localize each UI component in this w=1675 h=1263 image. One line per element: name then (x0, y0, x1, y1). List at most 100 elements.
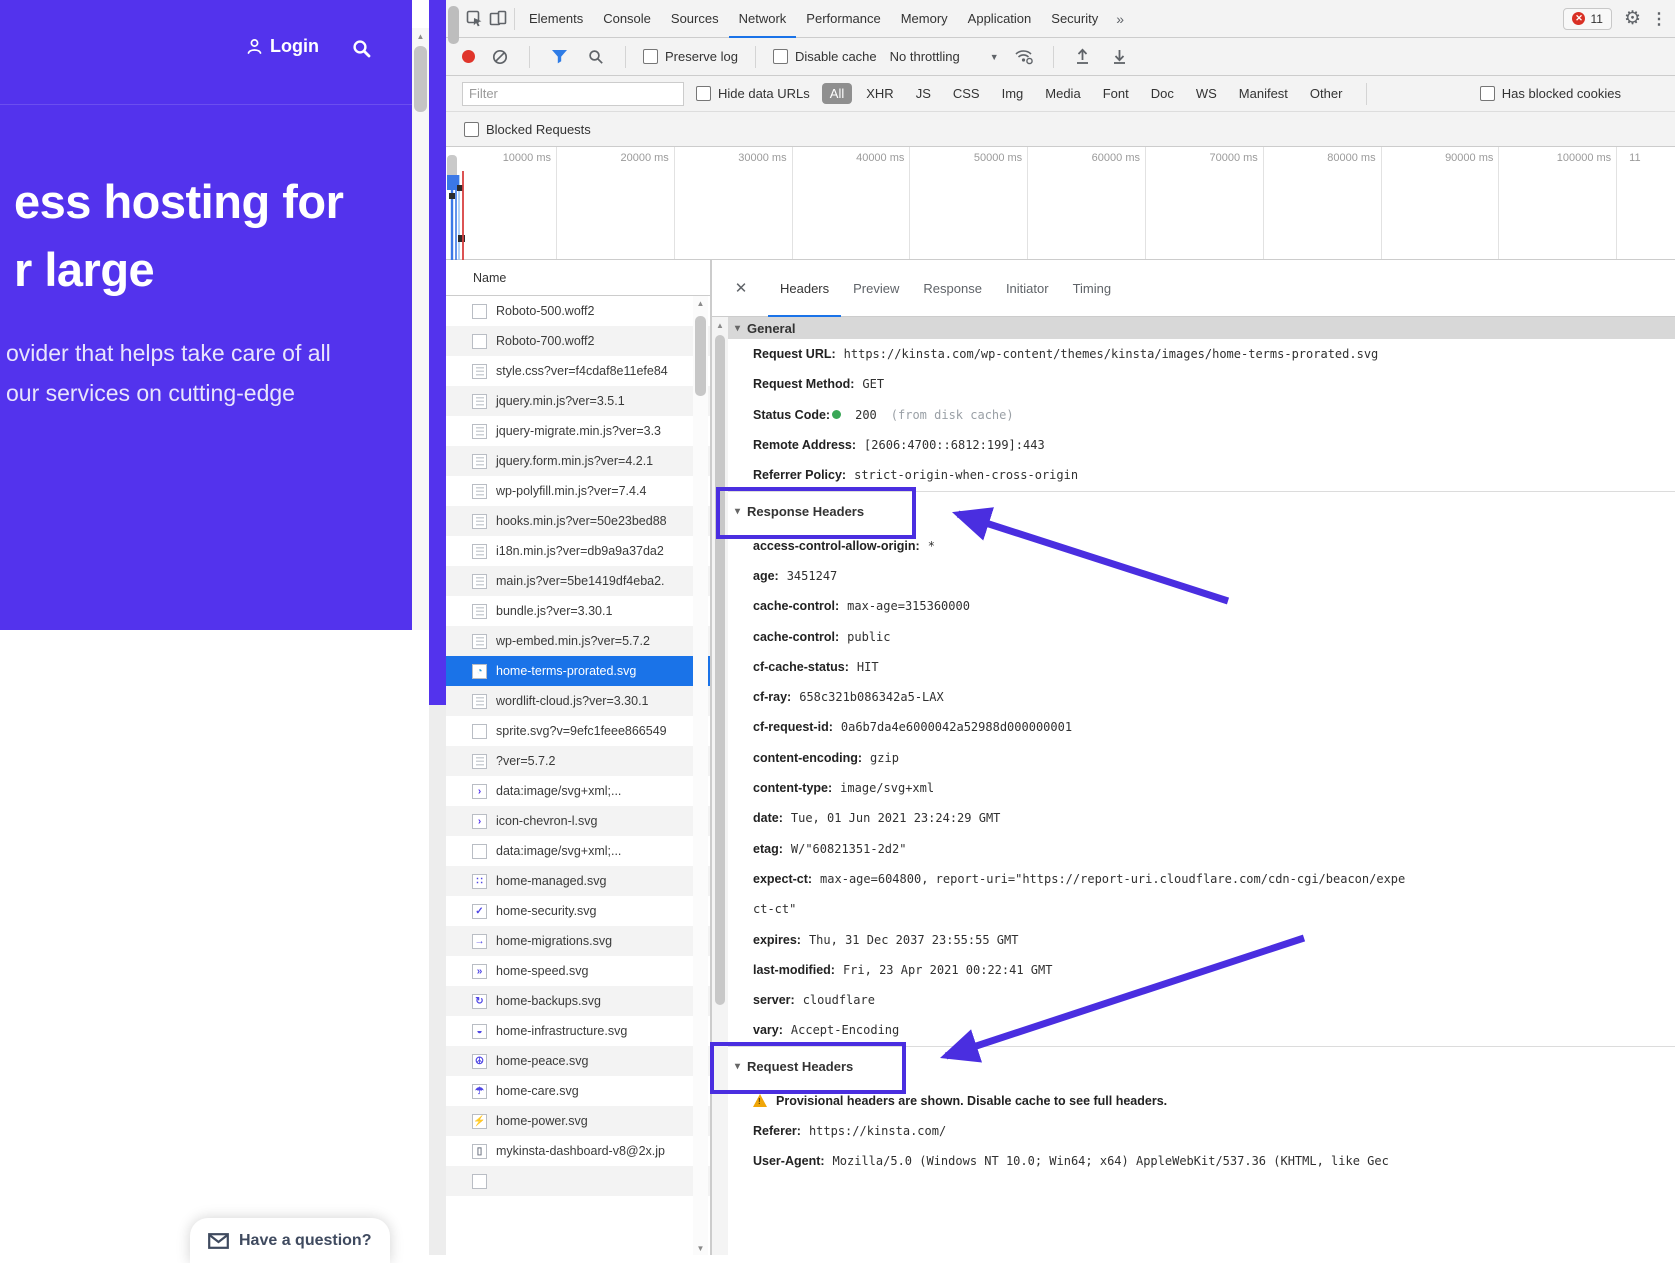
network-overview-timeline[interactable]: 10000 ms20000 ms30000 ms40000 ms50000 ms… (446, 147, 1675, 260)
table-row[interactable]: ☮home-peace.svg (446, 1046, 710, 1076)
section-general[interactable]: ▾General (712, 317, 1675, 339)
filter-pill-ws[interactable]: WS (1188, 83, 1225, 104)
network-conditions-icon[interactable] (1012, 44, 1036, 70)
filter-pill-all[interactable]: All (822, 83, 852, 104)
throttling-dropdown[interactable]: No throttling ▼ (890, 49, 999, 64)
requests-scrollbar[interactable]: ▲ ▼ (693, 296, 708, 1255)
checkbox-icon[interactable] (696, 86, 711, 101)
filter-input[interactable] (462, 82, 684, 106)
checkbox-icon[interactable] (1480, 86, 1495, 101)
scroll-up-icon[interactable]: ▲ (412, 28, 429, 44)
table-row[interactable]: Roboto-700.woff2 (446, 326, 710, 356)
hide-data-urls-checkbox[interactable]: Hide data URLs (696, 86, 810, 101)
table-row[interactable]: main.js?ver=5be1419df4eba2. (446, 566, 710, 596)
name-column-header[interactable]: Name (446, 260, 710, 296)
header-line: cf-cache-status:HIT (712, 652, 1675, 682)
devtools-tab-memory[interactable]: Memory (891, 0, 958, 38)
table-row[interactable] (446, 1166, 710, 1196)
overview-drag-handle[interactable] (447, 155, 457, 179)
table-row[interactable]: jquery.form.min.js?ver=4.2.1 (446, 446, 710, 476)
details-scrollbar[interactable]: ▲ (712, 317, 728, 1255)
checkbox-icon[interactable] (773, 49, 788, 64)
devtools-tab-application[interactable]: Application (958, 0, 1042, 38)
import-har-icon[interactable] (1071, 44, 1095, 70)
header-value: [2606:4700::6812:199]:443 (864, 438, 1045, 452)
search-button[interactable] (351, 38, 372, 64)
table-row[interactable]: style.css?ver=f4cdaf8e11efe84 (446, 356, 710, 386)
table-row[interactable]: hooks.min.js?ver=50e23bed88 (446, 506, 710, 536)
section-response-headers[interactable]: ▾Response Headers (712, 491, 1675, 531)
table-row[interactable]: ↻home-backups.svg (446, 986, 710, 1016)
table-row[interactable]: bundle.js?ver=3.30.1 (446, 596, 710, 626)
devtools-tab-security[interactable]: Security (1041, 0, 1108, 38)
devtools-main-toolbar: ElementsConsoleSourcesNetworkPerformance… (446, 0, 1675, 38)
more-tabs-button[interactable]: » (1108, 11, 1132, 27)
table-row[interactable]: »home-speed.svg (446, 956, 710, 986)
devtools-tab-sources[interactable]: Sources (661, 0, 729, 38)
disable-cache-checkbox[interactable]: Disable cache (773, 49, 877, 64)
filter-pill-manifest[interactable]: Manifest (1231, 83, 1296, 104)
table-row[interactable]: jquery-migrate.min.js?ver=3.3 (446, 416, 710, 446)
table-row[interactable]: ◔home-terms-prorated.svg (446, 656, 710, 686)
table-row[interactable]: ∷home-managed.svg (446, 866, 710, 896)
filter-pill-js[interactable]: JS (908, 83, 939, 104)
export-har-icon[interactable] (1108, 44, 1132, 70)
filter-pill-img[interactable]: Img (994, 83, 1032, 104)
devtools-tab-console[interactable]: Console (593, 0, 661, 38)
devtools-menu-icon[interactable]: ⋮ (1651, 9, 1667, 29)
filter-pill-css[interactable]: CSS (945, 83, 988, 104)
header-value: Accept-Encoding (791, 1023, 899, 1037)
blocked-requests-checkbox[interactable]: Blocked Requests (464, 122, 591, 137)
devtools-tab-network[interactable]: Network (729, 0, 797, 38)
devtools-tab-performance[interactable]: Performance (796, 0, 890, 38)
page-scrollbar[interactable]: ▲ (412, 28, 429, 630)
devtools-scrollbar-thumb[interactable] (448, 6, 459, 44)
table-row[interactable]: jquery.min.js?ver=3.5.1 (446, 386, 710, 416)
error-icon: ✕ (1572, 12, 1585, 25)
search-icon[interactable] (584, 44, 608, 70)
record-button[interactable] (462, 50, 475, 63)
filter-pill-font[interactable]: Font (1095, 83, 1137, 104)
file-icon (472, 724, 487, 739)
table-row[interactable]: ›icon-chevron-l.svg (446, 806, 710, 836)
chat-widget[interactable]: Have a question? (190, 1218, 390, 1263)
inspect-element-icon[interactable] (462, 6, 486, 32)
table-row[interactable]: ?ver=5.7.2 (446, 746, 710, 776)
table-row[interactable]: wordlift-cloud.js?ver=3.30.1 (446, 686, 710, 716)
page-scrollbar-thumb[interactable] (414, 46, 427, 112)
login-button[interactable]: Login (246, 36, 319, 57)
checkbox-icon[interactable] (643, 49, 658, 64)
console-error-badge[interactable]: ✕ 11 (1563, 8, 1611, 30)
scroll-down-icon[interactable]: ▼ (693, 1241, 708, 1255)
checkbox-icon[interactable] (464, 122, 479, 137)
table-row[interactable]: ☂home-care.svg (446, 1076, 710, 1106)
has-blocked-cookies-checkbox[interactable]: Has blocked cookies (1480, 86, 1621, 101)
filter-pill-xhr[interactable]: XHR (858, 83, 901, 104)
scroll-up-icon[interactable]: ▲ (693, 296, 708, 310)
table-row[interactable]: i18n.min.js?ver=db9a9a37da2 (446, 536, 710, 566)
table-row[interactable]: ◒home-infrastructure.svg (446, 1016, 710, 1046)
table-row[interactable]: Roboto-500.woff2 (446, 296, 710, 326)
clear-icon[interactable] (488, 44, 512, 70)
table-row[interactable]: ✓home-security.svg (446, 896, 710, 926)
filter-pill-media[interactable]: Media (1037, 83, 1088, 104)
section-request-headers[interactable]: ▾Request Headers (712, 1046, 1675, 1086)
table-row[interactable]: ›data:image/svg+xml;... (446, 776, 710, 806)
filter-pill-other[interactable]: Other (1302, 83, 1351, 104)
table-row[interactable]: data:image/svg+xml;... (446, 836, 710, 866)
filter-pill-doc[interactable]: Doc (1143, 83, 1182, 104)
table-row[interactable]: ▯mykinsta-dashboard-v8@2x.jp (446, 1136, 710, 1166)
table-row[interactable]: sprite.svg?v=9efc1feee866549 (446, 716, 710, 746)
filter-icon[interactable] (547, 44, 571, 70)
table-row[interactable]: wp-polyfill.min.js?ver=7.4.4 (446, 476, 710, 506)
table-row[interactable]: →home-migrations.svg (446, 926, 710, 956)
device-toolbar-icon[interactable] (486, 6, 510, 32)
requests-scrollbar-thumb[interactable] (695, 316, 706, 396)
details-scrollbar-thumb[interactable] (715, 335, 725, 1005)
settings-gear-icon[interactable]: ⚙ (1624, 7, 1641, 30)
table-row[interactable]: wp-embed.min.js?ver=5.7.2 (446, 626, 710, 656)
devtools-tab-elements[interactable]: Elements (519, 0, 593, 38)
table-row[interactable]: ⚡home-power.svg (446, 1106, 710, 1136)
scroll-up-icon[interactable]: ▲ (712, 319, 728, 332)
preserve-log-checkbox[interactable]: Preserve log (643, 49, 738, 64)
